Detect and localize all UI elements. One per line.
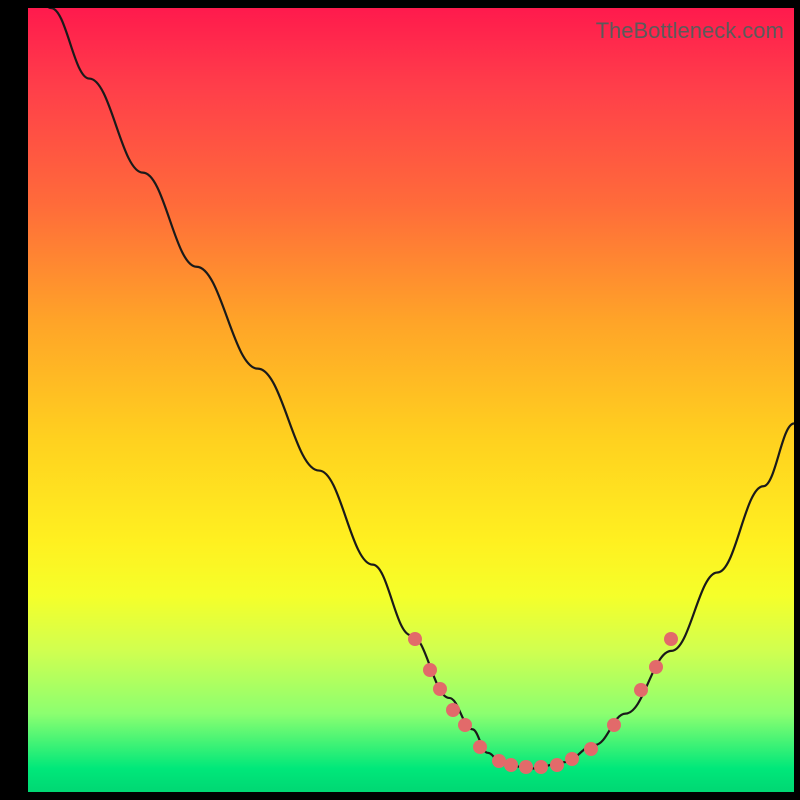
data-point: [649, 660, 663, 674]
data-point: [473, 740, 487, 754]
data-point: [664, 632, 678, 646]
data-point: [433, 682, 447, 696]
data-point: [423, 663, 437, 677]
data-point: [584, 742, 598, 756]
data-point: [504, 758, 518, 772]
data-point: [634, 683, 648, 697]
data-point: [534, 760, 548, 774]
data-point: [607, 718, 621, 732]
bottleneck-curve: [28, 8, 794, 768]
data-point: [550, 758, 564, 772]
watermark-text: TheBottleneck.com: [596, 18, 784, 44]
data-point: [446, 703, 460, 717]
data-point: [408, 632, 422, 646]
data-point: [458, 718, 472, 732]
curve-layer: [28, 8, 794, 792]
data-point: [565, 752, 579, 766]
data-point: [519, 760, 533, 774]
chart-area: TheBottleneck.com: [28, 8, 794, 792]
